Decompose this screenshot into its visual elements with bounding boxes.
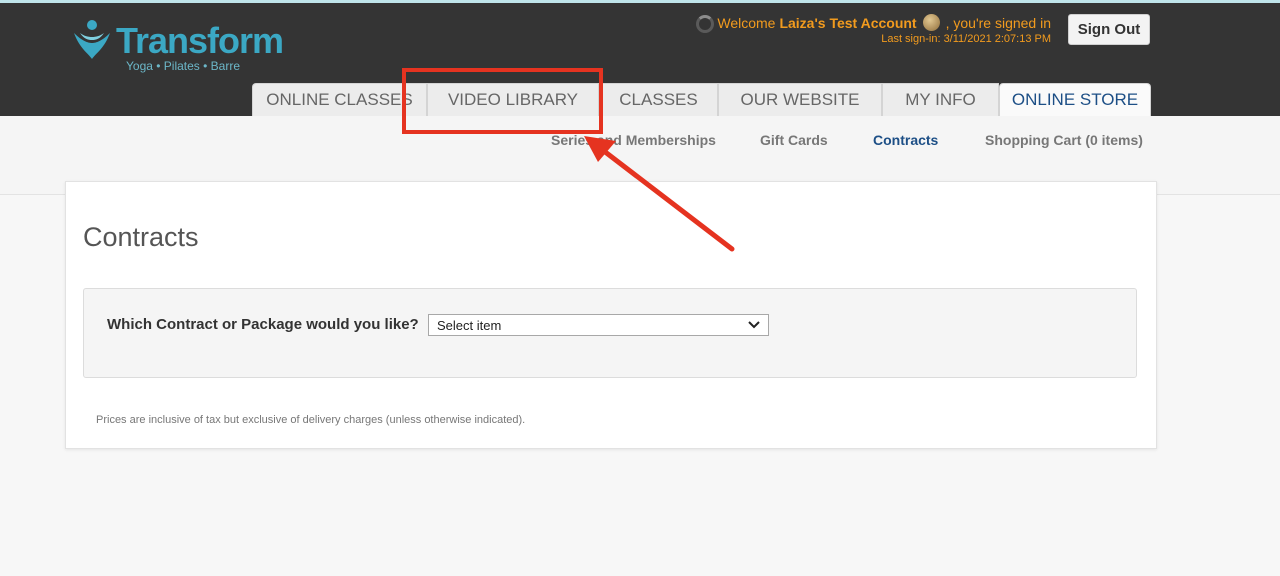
chevron-down-icon — [748, 318, 760, 332]
tab-our-website[interactable]: OUR WEBSITE — [718, 83, 882, 116]
welcome-message: Welcome Laiza's Test Account , you're si… — [717, 14, 1051, 31]
annotation-highlight-box — [402, 68, 603, 134]
avatar[interactable] — [922, 14, 940, 31]
tab-my-info[interactable]: MY INFO — [882, 83, 999, 116]
logo-wordmark: Transform — [116, 20, 284, 61]
pricing-note: Prices are inclusive of tax but exclusiv… — [96, 414, 526, 426]
welcome-prefix: Welcome — [717, 14, 776, 31]
subnav-series-memberships[interactable]: Series and Memberships — [551, 132, 716, 148]
lotus-figure-icon — [74, 20, 110, 59]
tab-online-store[interactable]: ONLINE STORE — [999, 83, 1151, 116]
page-title: Contracts — [83, 222, 199, 252]
welcome-suffix: , you're signed in — [945, 14, 1051, 31]
tab-classes[interactable]: CLASSES — [599, 83, 718, 116]
contract-select[interactable]: Select item — [428, 314, 769, 336]
subnav-gift-cards[interactable]: Gift Cards — [760, 132, 828, 148]
account-name-link[interactable]: Laiza's Test Account — [779, 15, 916, 31]
subnav-shopping-cart[interactable]: Shopping Cart (0 items) — [985, 132, 1143, 148]
main-nav-tabs: ONLINE CLASSES VIDEO LIBRARY CLASSES OUR… — [252, 83, 1151, 116]
contracts-card: Contracts Which Contract or Package woul… — [65, 181, 1157, 449]
transform-logo[interactable]: Transform Yoga • Pilates • Barre — [72, 19, 284, 75]
contract-selection-panel: Which Contract or Package would you like… — [83, 288, 1137, 378]
last-signin-text: Last sign-in: 3/11/2021 2:07:13 PM — [881, 33, 1051, 45]
sign-out-button[interactable]: Sign Out — [1068, 14, 1150, 45]
subnav-contracts[interactable]: Contracts — [873, 132, 938, 148]
logo-tagline: Yoga • Pilates • Barre — [126, 59, 241, 73]
contract-select-value: Select item — [437, 317, 502, 333]
contract-question-label: Which Contract or Package would you like… — [107, 316, 419, 333]
loading-spinner-icon — [696, 15, 714, 33]
tab-online-classes[interactable]: ONLINE CLASSES — [252, 83, 427, 116]
